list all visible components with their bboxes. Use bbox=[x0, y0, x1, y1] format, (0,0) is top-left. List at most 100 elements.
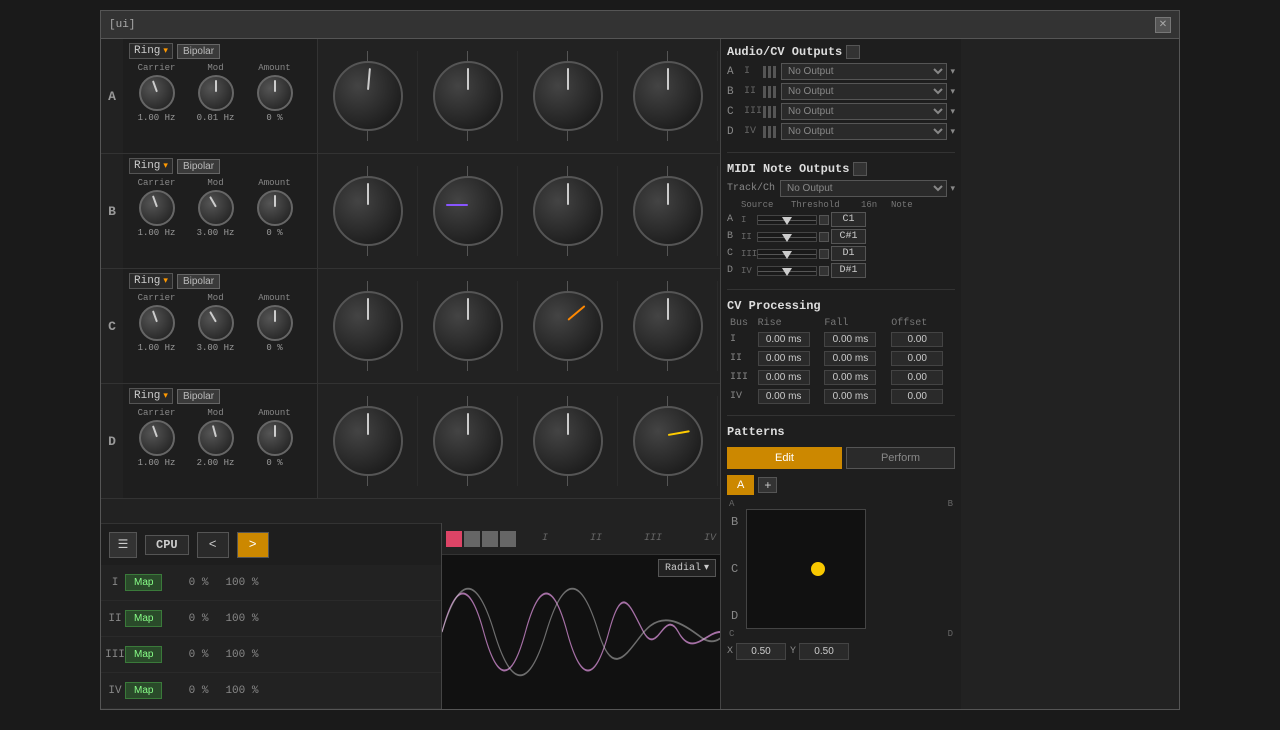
vis-sq-2[interactable] bbox=[482, 531, 498, 547]
knob-A-mod[interactable] bbox=[198, 75, 234, 111]
map-btn-II[interactable]: Map bbox=[125, 610, 162, 627]
row-type-A[interactable]: Ring ▾ bbox=[129, 43, 173, 59]
pattern-letter-d[interactable]: D bbox=[727, 607, 742, 625]
vis-knob-A-2[interactable] bbox=[533, 61, 603, 131]
edit-button[interactable]: Edit bbox=[727, 447, 842, 469]
x-value-input[interactable] bbox=[736, 643, 786, 660]
vis-sq-1[interactable] bbox=[464, 531, 480, 547]
vis-col-B-2 bbox=[518, 166, 618, 256]
audio-cv-checkbox[interactable] bbox=[846, 45, 860, 59]
bipolar-btn-C[interactable]: Bipolar bbox=[177, 274, 220, 289]
vis-knob-C-2[interactable] bbox=[533, 291, 603, 361]
left-panel: A Ring ▾ Bipolar Carrier 1.00 Hz Mod 0.0… bbox=[101, 39, 721, 709]
knob-A-amount[interactable] bbox=[257, 75, 293, 111]
note-checkbox-D[interactable] bbox=[819, 266, 829, 276]
vis-col-C-1 bbox=[418, 281, 518, 371]
knob-C-amount[interactable] bbox=[257, 305, 293, 341]
y-value-input[interactable] bbox=[799, 643, 849, 660]
cv-fall-IV[interactable] bbox=[824, 389, 876, 404]
audio-cv-select-C[interactable]: No Output bbox=[781, 103, 947, 120]
bus-pct1-IV: 0 % bbox=[168, 685, 208, 697]
bus-row-I: I Map 0 % 100 % bbox=[101, 565, 441, 601]
knob-group-C-amount: Amount 0 % bbox=[247, 293, 302, 353]
xy-pad[interactable] bbox=[746, 509, 866, 629]
vis-col-B-3 bbox=[618, 166, 718, 256]
knob-group-D-amount: Amount 0 % bbox=[247, 408, 302, 468]
close-button[interactable]: ✕ bbox=[1155, 17, 1171, 33]
vis-knob-A-3[interactable] bbox=[633, 61, 703, 131]
bipolar-btn-D[interactable]: Bipolar bbox=[177, 389, 220, 404]
row-type-B[interactable]: Ring ▾ bbox=[129, 158, 173, 174]
cv-row-III: III bbox=[727, 368, 955, 387]
audio-cv-select-B[interactable]: No Output bbox=[781, 83, 947, 100]
midi-note-rows: A I C1 B II C#1 C III D1 D IV D bbox=[727, 212, 955, 278]
map-btn-III[interactable]: Map bbox=[125, 646, 162, 663]
knob-C-mod[interactable] bbox=[198, 305, 234, 341]
cv-offset-I[interactable] bbox=[891, 332, 943, 347]
vis-knob-B-2[interactable] bbox=[533, 176, 603, 246]
vis-sq-3[interactable] bbox=[500, 531, 516, 547]
note-checkbox-B[interactable] bbox=[819, 232, 829, 242]
cv-rise-II[interactable] bbox=[758, 351, 810, 366]
vis-knob-B-1[interactable] bbox=[433, 176, 503, 246]
transport-bar: ☰ CPU < > bbox=[101, 523, 441, 565]
knob-C-carrier[interactable] bbox=[139, 305, 175, 341]
vis-knob-A-1[interactable] bbox=[433, 61, 503, 131]
midi-note-checkbox[interactable] bbox=[853, 162, 867, 176]
perform-button[interactable]: Perform bbox=[846, 447, 955, 469]
bipolar-btn-A[interactable]: Bipolar bbox=[177, 44, 220, 59]
cv-fall-III[interactable] bbox=[824, 370, 876, 385]
midi-note-row-A: A I C1 bbox=[727, 212, 955, 227]
vis-knob-C-1[interactable] bbox=[433, 291, 503, 361]
row-type-C[interactable]: Ring ▾ bbox=[129, 273, 173, 289]
vis-knob-A-0[interactable] bbox=[333, 61, 403, 131]
bus-num-IV: IV bbox=[105, 685, 125, 697]
cv-fall-I[interactable] bbox=[824, 332, 876, 347]
bipolar-btn-B[interactable]: Bipolar bbox=[177, 159, 220, 174]
pattern-letter-b[interactable]: B bbox=[727, 513, 742, 531]
next-button[interactable]: > bbox=[237, 532, 269, 558]
map-btn-IV[interactable]: Map bbox=[125, 682, 162, 699]
cv-rise-IV[interactable] bbox=[758, 389, 810, 404]
knob-B-carrier[interactable] bbox=[139, 190, 175, 226]
knob-B-mod[interactable] bbox=[198, 190, 234, 226]
bus-row-III: III Map 0 % 100 % bbox=[101, 637, 441, 673]
knob-group-D-mod: Mod 2.00 Hz bbox=[188, 408, 243, 468]
vis-knob-C-3[interactable] bbox=[633, 291, 703, 361]
vis-knob-D-1[interactable] bbox=[433, 406, 503, 476]
vis-knob-D-2[interactable] bbox=[533, 406, 603, 476]
knob-D-carrier[interactable] bbox=[139, 420, 175, 456]
thresh-bar-C bbox=[757, 249, 817, 259]
vis-knob-D-3[interactable] bbox=[633, 406, 703, 476]
note-checkbox-C[interactable] bbox=[819, 249, 829, 259]
lfo-row-A: A Ring ▾ Bipolar Carrier 1.00 Hz Mod 0.0… bbox=[101, 39, 720, 154]
vis-knob-B-0[interactable] bbox=[333, 176, 403, 246]
cv-offset-III[interactable] bbox=[891, 370, 943, 385]
cv-rise-I[interactable] bbox=[758, 332, 810, 347]
vis-knob-B-3[interactable] bbox=[633, 176, 703, 246]
map-btn-I[interactable]: Map bbox=[125, 574, 162, 591]
pattern-letter-c[interactable]: C bbox=[727, 560, 742, 578]
cv-offset-IV[interactable] bbox=[891, 389, 943, 404]
knob-D-amount[interactable] bbox=[257, 420, 293, 456]
vis-knob-D-0[interactable] bbox=[333, 406, 403, 476]
row-type-D[interactable]: Ring ▾ bbox=[129, 388, 173, 404]
knob-B-amount[interactable] bbox=[257, 190, 293, 226]
audio-cv-select-D[interactable]: No Output bbox=[781, 123, 947, 140]
knob-D-mod[interactable] bbox=[198, 420, 234, 456]
vis-knob-C-0[interactable] bbox=[333, 291, 403, 361]
cv-offset-II[interactable] bbox=[891, 351, 943, 366]
menu-button[interactable]: ☰ bbox=[109, 532, 137, 558]
cv-rise-III[interactable] bbox=[758, 370, 810, 385]
prev-button[interactable]: < bbox=[197, 532, 229, 558]
knob-A-carrier[interactable] bbox=[139, 75, 175, 111]
xy-ab-labels: A B bbox=[727, 499, 955, 509]
radial-button[interactable]: Radial ▾ bbox=[658, 559, 716, 577]
audio-cv-select-A[interactable]: No Output bbox=[781, 63, 947, 80]
vis-sq-0[interactable] bbox=[446, 531, 462, 547]
pattern-plus-button[interactable]: + bbox=[758, 477, 777, 493]
midi-track-select[interactable]: No Output bbox=[780, 180, 947, 197]
cv-fall-II[interactable] bbox=[824, 351, 876, 366]
note-checkbox-A[interactable] bbox=[819, 215, 829, 225]
pattern-a-button[interactable]: A bbox=[727, 475, 754, 495]
